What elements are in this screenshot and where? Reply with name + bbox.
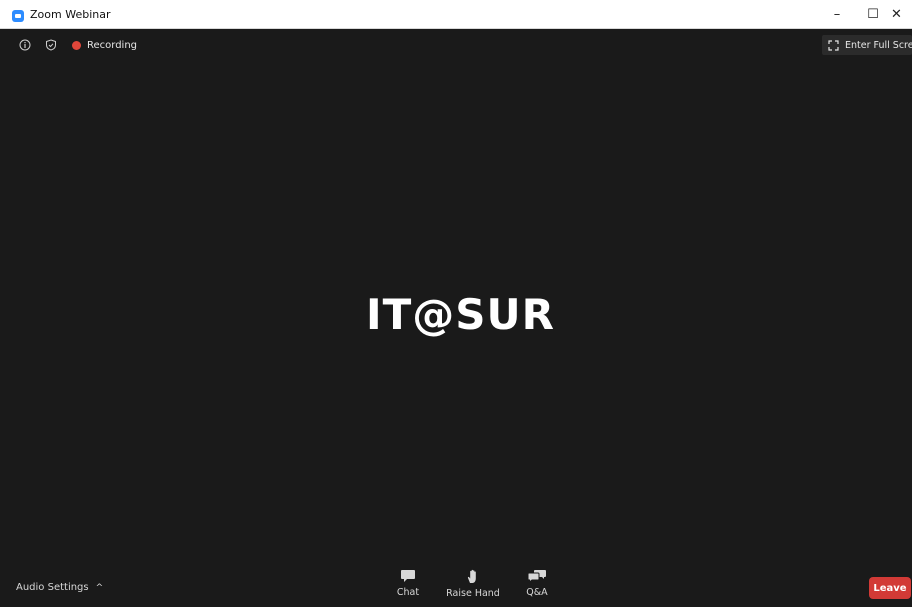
qa-icon [527,570,546,583]
info-icon[interactable] [18,38,32,52]
chat-label: Chat [396,587,420,598]
raise-hand-button[interactable]: Raise Hand [445,569,501,599]
leave-button[interactable]: Leave [869,577,911,599]
fullscreen-icon [828,39,839,51]
audio-settings-button[interactable]: Audio Settings ^ [16,582,103,593]
caret-up-icon[interactable]: ^ [96,583,104,593]
window-title-bar: Zoom Webinar – ☐ ✕ [0,0,912,29]
enter-full-screen-label: Enter Full Screen [845,39,912,51]
chat-button[interactable]: Chat [392,569,424,598]
recording-label: Recording [87,39,138,51]
raise-hand-label: Raise Hand [446,588,500,599]
window-title: Zoom Webinar [30,8,111,21]
chat-icon [401,570,415,582]
zoom-app-icon [12,10,24,22]
meeting-view: Recording Enter Full Screen IT@SUR Audio… [9,30,912,607]
qa-label: Q&A [526,587,548,598]
audio-settings-label: Audio Settings [16,582,89,593]
shared-screen-content: IT@SUR [366,290,555,339]
raise-hand-icon [467,569,476,583]
qa-button[interactable]: Q&A [521,569,553,598]
recording-icon [72,40,81,50]
enter-full-screen-button[interactable]: Enter Full Screen [822,35,912,55]
meeting-status-bar: Recording [18,38,137,52]
maximize-button[interactable]: ☐ [855,0,891,29]
minimize-button[interactable]: – [819,0,855,29]
close-button[interactable]: ✕ [891,0,912,29]
shield-icon[interactable] [44,38,58,52]
